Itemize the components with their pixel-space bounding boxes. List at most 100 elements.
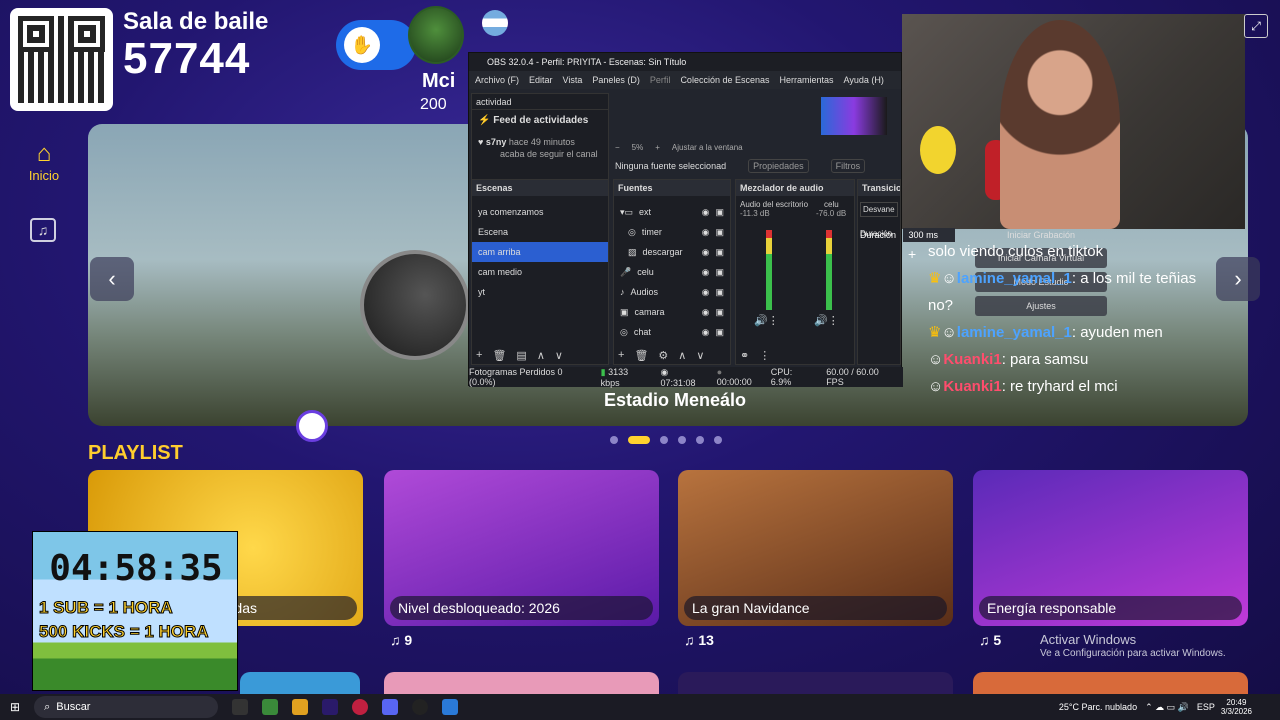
taskbar-search[interactable]: ⌕ Buscar [34, 696, 219, 718]
scene-item[interactable]: yt [472, 282, 608, 302]
discord-icon[interactable] [382, 699, 399, 715]
speaker-icon[interactable]: 🔊⋮ [814, 314, 839, 327]
eye-icon[interactable]: ◉ [702, 302, 710, 322]
speaker-icon[interactable]: 🔊⋮ [754, 314, 779, 327]
task-view-icon[interactable] [232, 699, 249, 715]
pagination-dot[interactable] [610, 436, 618, 444]
eye-icon[interactable]: ◉ [702, 202, 710, 222]
playlist-card[interactable]: Nivel desbloqueado: 2026 [384, 470, 659, 626]
gear-icon[interactable]: ⚙ [658, 349, 668, 362]
eye-icon[interactable]: ◉ [702, 222, 710, 242]
trash-icon[interactable]: 🗑 [492, 349, 506, 362]
taskbar-clock[interactable]: 20:49 3/3/2026 [1221, 698, 1252, 716]
down-icon[interactable]: ∨ [696, 349, 704, 362]
song-count: ♫ 5 [979, 632, 1002, 648]
lock-icon[interactable]: ▣ [715, 202, 724, 222]
weather[interactable]: 25°C Parc. nublado [1059, 702, 1137, 712]
camera-icon: ▣ [620, 307, 629, 317]
app-icon[interactable] [442, 699, 459, 715]
down-icon[interactable]: ∨ [555, 349, 563, 362]
dropped-frames: Fotogramas Perdidos 0 (0.0%) [469, 367, 563, 387]
eye-icon[interactable]: ◉ [702, 262, 710, 282]
obs-icon[interactable] [412, 699, 429, 715]
app-icon[interactable] [262, 699, 279, 715]
obs-preview[interactable] [821, 97, 887, 135]
tray-icons[interactable]: ⌃ ☁ ▭ 🔊 [1145, 702, 1189, 713]
speaker-icon: ♪ [620, 287, 625, 297]
player-avatar [408, 6, 464, 64]
pagination-dot[interactable] [714, 436, 722, 444]
menu-perfil[interactable]: Perfil [650, 75, 671, 85]
source-item[interactable]: ▾▭ ext ◉ ▣ [614, 202, 730, 222]
filter-icon[interactable]: ▤ [516, 349, 526, 362]
menu-vista[interactable]: Vista [563, 75, 583, 85]
add-icon[interactable]: + [618, 349, 624, 362]
qr-code [10, 8, 113, 111]
pagination-dot[interactable] [696, 436, 704, 444]
playlist-card[interactable]: La gran Navidance [678, 470, 953, 626]
fullscreen-icon[interactable]: ⤢ [1244, 14, 1268, 38]
source-item[interactable]: ▨ descargar ◉ ▣ [614, 242, 730, 262]
source-item[interactable]: ◎ chat ◉ ▣ [614, 322, 730, 342]
premiere-icon[interactable] [322, 699, 339, 715]
menu-coleccion[interactable]: Colección de Escenas [680, 75, 769, 85]
eye-icon[interactable]: ◉ [702, 242, 710, 262]
menu-herramientas[interactable]: Herramientas [780, 75, 834, 85]
fade-select[interactable]: Desvane [860, 202, 898, 217]
explorer-icon[interactable] [292, 699, 309, 715]
up-icon[interactable]: ∧ [537, 349, 545, 362]
crown-icon: ♛ [928, 324, 942, 341]
scene-item[interactable]: Escena [472, 222, 608, 242]
preview-zoom-bar: −5% + Ajustar a la ventana [615, 143, 743, 152]
menu-editar[interactable]: Editar [529, 75, 553, 85]
add-icon[interactable]: + [476, 349, 482, 362]
lock-icon[interactable]: ▣ [715, 242, 724, 262]
menu-archivo[interactable]: Archivo (F) [475, 75, 519, 85]
scene-item-selected[interactable]: cam arriba [472, 242, 608, 262]
chat-message: ♛☺lamine_yamal_1: a los mil te teñias [928, 270, 1197, 287]
trash-icon[interactable]: 🗑 [634, 349, 648, 362]
nav-home[interactable]: ⌂ Inicio [22, 140, 66, 183]
link-icon[interactable]: ⚭ [740, 349, 749, 362]
fps: 60.00 / 60.00 FPS [826, 367, 879, 387]
opera-icon[interactable] [352, 699, 369, 715]
scene-item[interactable]: ya comenzamos [472, 202, 608, 222]
emoji-icon: ☺ [928, 378, 944, 395]
pagination-dot-active[interactable] [628, 436, 650, 444]
mixer-toolbar: ⚭ ⋮ [740, 349, 770, 362]
lock-icon[interactable]: ▣ [715, 302, 724, 322]
scene-item[interactable]: cam medio [472, 262, 608, 282]
activate-windows-subtitle: Ve a Configuración para activar Windows. [1040, 648, 1226, 659]
language[interactable]: ESP [1197, 702, 1215, 712]
windows-start-icon[interactable]: ⊞ [10, 700, 20, 714]
lock-icon[interactable]: ▣ [715, 262, 724, 282]
source-item[interactable]: ◎ timer ◉ ▣ [614, 222, 730, 242]
source-item[interactable]: 🎤 celu ◉ ▣ [614, 262, 730, 282]
eye-icon[interactable]: ◉ [702, 322, 710, 342]
filters-button[interactable]: Filtros [830, 159, 866, 173]
lock-icon[interactable]: ▣ [715, 322, 724, 342]
crown-icon: ♛ [928, 270, 942, 287]
playlist-card[interactable]: Energía responsable [973, 470, 1248, 626]
source-item[interactable]: ▣ camara ◉ ▣ [614, 302, 730, 322]
lock-icon[interactable]: ▣ [715, 282, 724, 302]
properties-button[interactable]: Propiedades [748, 159, 809, 173]
more-icon[interactable]: ⋮ [759, 349, 770, 362]
eye-icon[interactable]: ◉ [702, 282, 710, 302]
playlist-card-label: La gran Navidance [684, 596, 947, 620]
menu-ayuda[interactable]: Ayuda (H) [844, 75, 884, 85]
menu-paneles[interactable]: Paneles (D) [592, 75, 640, 85]
pagination-dot[interactable] [678, 436, 686, 444]
chat-message: ☺Kuanki1: re tryhard el mci [928, 378, 1118, 395]
lock-icon[interactable]: ▣ [715, 222, 724, 242]
up-icon[interactable]: ∧ [678, 349, 686, 362]
add-icon[interactable]: + [908, 246, 916, 262]
chat-message: solo viendo culos en tiktok [928, 243, 1104, 260]
emoji-icon: ☺ [928, 351, 944, 368]
source-item[interactable]: ♪ Audios ◉ ▣ [614, 282, 730, 302]
music-library-icon[interactable]: ♫ [30, 218, 56, 242]
pagination-dot[interactable] [660, 436, 668, 444]
wave-button[interactable]: ✋ [336, 20, 416, 70]
fit-window-select[interactable]: Ajustar a la ventana [672, 143, 743, 152]
banner-prev-button[interactable]: ‹ [90, 257, 134, 301]
